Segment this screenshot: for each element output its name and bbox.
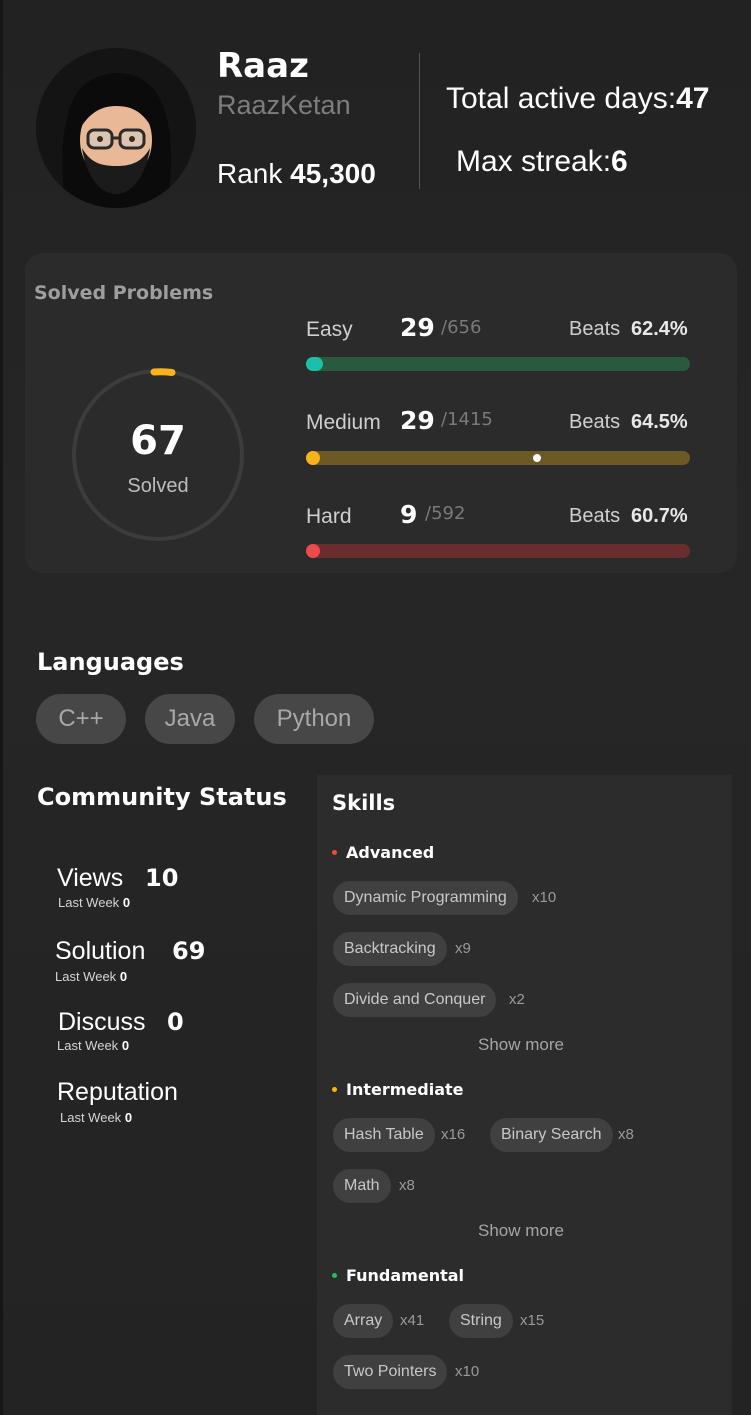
- easy-solved: 29: [400, 313, 435, 342]
- fundamental-dot-icon: [332, 1273, 337, 1278]
- skill-count-divide-and-conquer: x2: [509, 991, 525, 1008]
- rank-label: Rank: [217, 158, 283, 189]
- easy-label: Easy: [306, 318, 353, 341]
- max-streak: Max streak:6: [456, 145, 628, 179]
- max-streak-value: 6: [611, 145, 628, 178]
- advanced-dot-icon: [332, 850, 337, 855]
- skill-count-binary-search: x8: [618, 1126, 634, 1143]
- medium-progress-bar: [306, 451, 690, 465]
- skill-count-hash-table: x16: [441, 1126, 466, 1143]
- easy-progress-bar: [306, 357, 690, 371]
- medium-progress-fill: [306, 451, 320, 465]
- reputation-last-week: Last Week 0: [60, 1110, 132, 1125]
- skill-chip-two-pointers[interactable]: Two Pointers: [333, 1355, 448, 1389]
- hard-label: Hard: [306, 505, 352, 528]
- avatar: [36, 48, 196, 208]
- solved-total-label: Solved: [127, 475, 189, 497]
- fundamental-label: Fundamental: [346, 1266, 465, 1285]
- skill-chip-array[interactable]: Array: [333, 1304, 394, 1338]
- solution-last-week: Last Week 0: [55, 969, 127, 984]
- discuss-last-week: Last Week 0: [57, 1038, 129, 1053]
- language-chip-python[interactable]: Python: [254, 694, 374, 744]
- solution-value: 69: [172, 937, 206, 965]
- medium-solved: 29: [400, 406, 435, 435]
- skill-chip-math[interactable]: Math: [333, 1169, 391, 1203]
- hard-progress-fill: [306, 544, 320, 558]
- last-week-label: Last Week: [57, 1038, 119, 1053]
- skill-chip-string[interactable]: String: [449, 1304, 513, 1338]
- hard-progress-bar: [306, 544, 690, 558]
- hard-beats-label: Beats: [569, 505, 621, 527]
- discuss-value: 0: [167, 1008, 184, 1036]
- active-days-value: 47: [676, 82, 710, 115]
- easy-beats-label: Beats: [569, 318, 621, 340]
- rank: Rank 45,300: [217, 158, 376, 190]
- solution-label: Solution: [55, 937, 146, 965]
- skill-chip-backtracking[interactable]: Backtracking: [333, 932, 447, 966]
- views-last-week-value: 0: [122, 895, 131, 910]
- last-week-label: Last Week: [58, 895, 120, 910]
- cursor-dot: [533, 454, 541, 462]
- last-week-label: Last Week: [60, 1110, 122, 1125]
- medium-beats-value: 64.5%: [631, 411, 688, 433]
- skill-level-advanced: Advanced: [332, 843, 434, 862]
- skill-chip-binary-search[interactable]: Binary Search: [490, 1118, 613, 1152]
- easy-total: /656: [441, 317, 482, 338]
- views-last-week: Last Week 0: [58, 895, 130, 910]
- hard-solved: 9: [400, 500, 418, 529]
- skill-count-array: x41: [400, 1312, 425, 1329]
- profile-username: RaazKetan: [217, 90, 351, 120]
- skill-chip-divide-and-conquer[interactable]: Divide and Conquer: [333, 983, 497, 1017]
- hard-total: /592: [425, 503, 466, 524]
- discuss-last-week-value: 0: [121, 1038, 130, 1053]
- skills-title: Skills: [332, 791, 396, 815]
- language-chip-cpp[interactable]: C++: [36, 694, 126, 744]
- advanced-label: Advanced: [346, 843, 435, 862]
- skill-chip-dynamic-programming[interactable]: Dynamic Programming: [333, 881, 518, 915]
- skill-level-intermediate: Intermediate: [332, 1080, 464, 1099]
- rank-value: 45,300: [290, 158, 376, 189]
- skill-chip-hash-table[interactable]: Hash Table: [333, 1118, 435, 1152]
- hard-beats-value: 60.7%: [631, 505, 688, 527]
- languages-title: Languages: [37, 648, 184, 676]
- medium-label: Medium: [306, 411, 381, 434]
- skill-count-dynamic-programming: x10: [532, 889, 557, 906]
- show-more-intermediate-button[interactable]: Show more: [421, 1221, 621, 1241]
- intermediate-label: Intermediate: [346, 1080, 464, 1099]
- skill-count-string: x15: [520, 1312, 545, 1329]
- intermediate-dot-icon: [332, 1087, 337, 1092]
- medium-total: /1415: [441, 409, 493, 430]
- language-chip-java[interactable]: Java: [145, 694, 235, 744]
- discuss-label: Discuss: [58, 1008, 146, 1036]
- solved-problems-title: Solved Problems: [34, 282, 214, 304]
- avatar-image: [36, 48, 196, 208]
- solution-last-week-value: 0: [119, 969, 128, 984]
- skill-count-backtracking: x9: [455, 940, 471, 957]
- views-value: 10: [145, 864, 179, 892]
- active-days-label: Total active days:: [446, 82, 677, 115]
- last-week-label: Last Week: [55, 969, 117, 984]
- community-status-title: Community Status: [37, 783, 287, 811]
- reputation-label: Reputation: [57, 1078, 178, 1106]
- skill-count-two-pointers: x10: [455, 1363, 480, 1380]
- medium-beats-label: Beats: [569, 411, 621, 433]
- views-label: Views: [57, 864, 124, 892]
- skill-count-math: x8: [399, 1177, 415, 1194]
- max-streak-label: Max streak:: [456, 145, 612, 178]
- easy-progress-fill: [306, 357, 323, 371]
- solved-total: 67: [130, 418, 186, 464]
- header-divider: [419, 53, 420, 189]
- skill-level-fundamental: Fundamental: [332, 1266, 464, 1285]
- profile-name: Raaz: [217, 46, 309, 86]
- reputation-last-week-value: 0: [124, 1110, 133, 1125]
- easy-beats-value: 62.4%: [631, 318, 688, 340]
- total-active-days: Total active days:47: [446, 82, 710, 116]
- show-more-advanced-button[interactable]: Show more: [421, 1035, 621, 1055]
